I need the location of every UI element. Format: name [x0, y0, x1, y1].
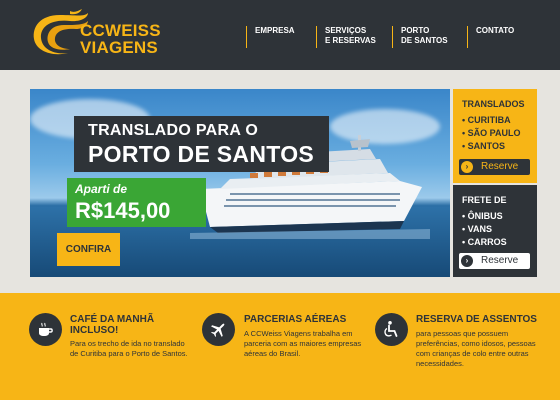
- price-label: Aparti de: [75, 182, 128, 196]
- list-item[interactable]: • SANTOS: [462, 140, 521, 153]
- logo-text-line1: CCWEISS: [80, 21, 161, 40]
- nav-contato[interactable]: CONTATO: [467, 26, 514, 48]
- nav-label: CONTATO: [476, 26, 515, 35]
- hero-title-line1: TRANSLADO PARA O: [88, 122, 259, 139]
- feature-text-line: Para os trecho de ida no translado: [70, 339, 185, 348]
- nav-porto-santos[interactable]: PORTO DE SANTOS: [392, 26, 448, 48]
- reserve-label: Reserve: [481, 161, 519, 172]
- nav-label: PORTO: [401, 26, 430, 35]
- feature-text-line: para pessoas que possuem: [416, 329, 509, 338]
- list-item[interactable]: • VANS: [462, 223, 507, 236]
- reserve-translados-button[interactable]: › Reserve: [459, 159, 530, 175]
- feature-title: INCLUSO!: [70, 325, 119, 336]
- translados-heading: TRANSLADOS: [462, 99, 525, 109]
- chevron-right-icon: ›: [461, 255, 473, 267]
- feature-title: PARCERIAS AÉREAS: [244, 314, 347, 325]
- features-band: CAFÉ DA MANHÃ INCLUSO! Para os trecho de…: [0, 293, 560, 400]
- feature-text-line: aéreas do Brasil.: [244, 349, 301, 358]
- list-item[interactable]: • CARROS: [462, 236, 507, 249]
- hero-title-box: TRANSLADO PARA O PORTO DE SANTOS: [74, 116, 329, 172]
- feature-title: CAFÉ DA MANHÃ: [70, 314, 155, 325]
- nav-label: DE SANTOS: [401, 36, 448, 45]
- reserve-label: Reserve: [481, 255, 519, 266]
- list-item[interactable]: • CURITIBA: [462, 114, 521, 127]
- confira-button[interactable]: CONFIRA: [57, 233, 120, 266]
- frete-panel: FRETE DE • ÔNIBUS • VANS • CARROS › Rese…: [453, 185, 537, 277]
- feature-text: A CCWeiss Viagens trabalha em parceria c…: [244, 329, 361, 359]
- feature-text: Para os trecho de ida no translado de Cu…: [70, 339, 188, 359]
- coffee-cup-icon: [29, 313, 62, 346]
- feature-text-line: necessidades.: [416, 359, 464, 368]
- list-item[interactable]: • SÃO PAULO: [462, 127, 521, 140]
- hero-title-line2: PORTO DE SANTOS: [88, 141, 315, 167]
- feature-text: para pessoas que possuem preferências, c…: [416, 329, 536, 369]
- feature-text-line: A CCWeiss Viagens trabalha em: [244, 329, 353, 338]
- feature-text-line: parceria com as maiores empresas: [244, 339, 362, 348]
- translados-list: • CURITIBA • SÃO PAULO • SANTOS: [462, 114, 521, 153]
- airplane-icon: [202, 313, 235, 346]
- nav-label: SERVIÇOS: [325, 26, 367, 35]
- feature-title: RESERVA DE ASSENTOS: [416, 314, 537, 325]
- feature-text-line: de Curitiba para o Porto de Santos.: [70, 349, 188, 358]
- site-header: CCWEISS VIAGENS EMPRESA SERVIÇOS E RESER…: [0, 0, 560, 70]
- logo[interactable]: CCWEISS VIAGENS: [30, 9, 170, 59]
- chevron-right-icon: ›: [461, 161, 473, 173]
- nav-label: EMPRESA: [255, 26, 295, 35]
- hero-banner: TRANSLADO PARA O PORTO DE SANTOS Aparti …: [30, 89, 450, 277]
- nav-servicos-reservas[interactable]: SERVIÇOS E RESERVAS: [316, 26, 376, 48]
- translados-panel: TRANSLADOS • CURITIBA • SÃO PAULO • SANT…: [453, 89, 537, 183]
- nav-label: E RESERVAS: [325, 36, 376, 45]
- nav-empresa[interactable]: EMPRESA: [246, 26, 295, 48]
- list-item[interactable]: • ÔNIBUS: [462, 210, 507, 223]
- reserve-frete-button[interactable]: › Reserve: [459, 253, 530, 269]
- frete-list: • ÔNIBUS • VANS • CARROS: [462, 210, 507, 249]
- feature-text-line: com crianças de colo entre outras: [416, 349, 529, 358]
- accessibility-icon: [375, 313, 408, 346]
- frete-heading: FRETE DE: [462, 195, 507, 205]
- logo-text-line2: VIAGENS: [80, 38, 158, 57]
- price-box: Aparti de R$145,00: [67, 178, 206, 227]
- feature-text-line: preferências, como idosos, pessoas: [416, 339, 536, 348]
- price-value: R$145,00: [75, 198, 171, 223]
